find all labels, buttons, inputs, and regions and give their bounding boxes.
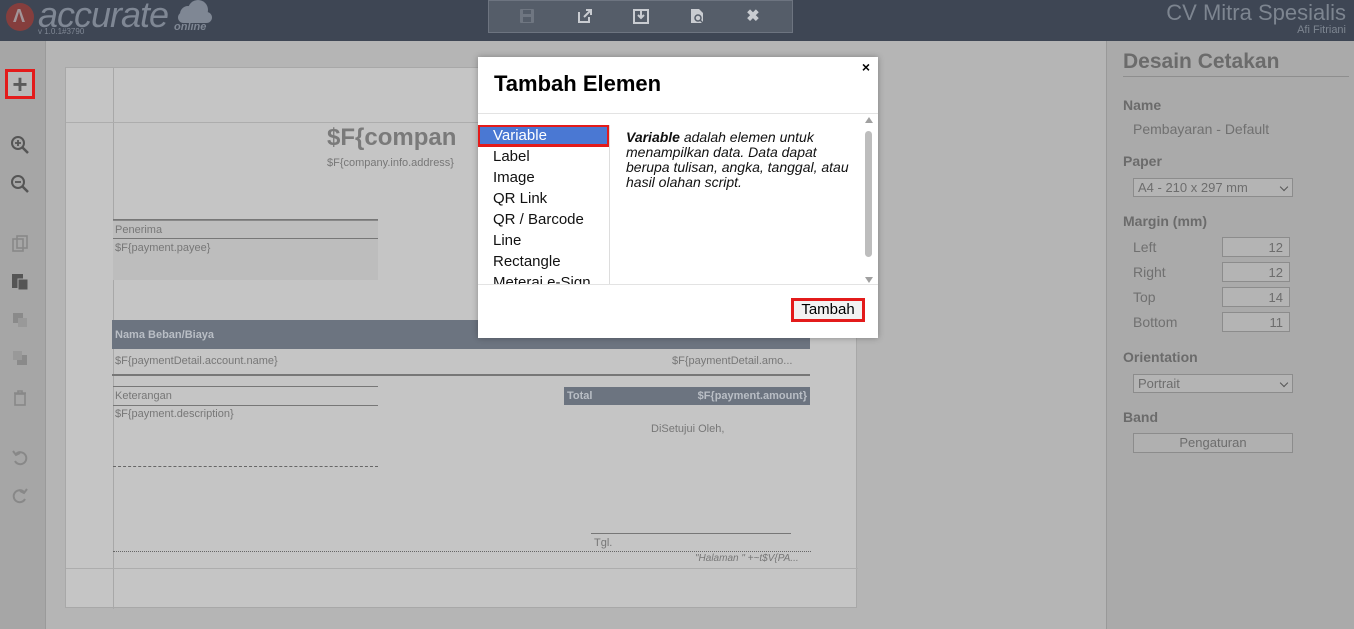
margin-guide-bottom bbox=[66, 568, 858, 569]
import-icon[interactable] bbox=[631, 7, 651, 27]
design-toolbar: ✖ bbox=[488, 0, 793, 33]
margin-right-label: Right bbox=[1133, 264, 1166, 280]
signature-line[interactable] bbox=[591, 533, 791, 534]
paper-select[interactable]: A4 - 210 x 297 mm bbox=[1133, 178, 1293, 197]
scroll-up-icon[interactable] bbox=[865, 117, 873, 123]
paste-icon[interactable] bbox=[5, 266, 35, 296]
add-button[interactable]: Tambah bbox=[791, 298, 865, 322]
properties-panel: Desain Cetakan Name Pembayaran - Default… bbox=[1106, 41, 1354, 629]
export-icon[interactable] bbox=[575, 7, 595, 27]
detail-header-label: Nama Beban/Biaya bbox=[115, 329, 215, 341]
send-back-icon[interactable] bbox=[5, 343, 35, 373]
element-option-meterai[interactable]: Meterai e-Sign bbox=[478, 272, 609, 284]
name-label: Name bbox=[1123, 97, 1162, 113]
logo-mark-icon bbox=[6, 3, 34, 31]
margin-top-label: Top bbox=[1133, 289, 1156, 305]
user-name: Afi Fitriani bbox=[1297, 24, 1346, 36]
margin-bottom-label: Bottom bbox=[1133, 314, 1178, 330]
add-element-dialog: Tambah Elemen × Variable Label Image QR … bbox=[478, 57, 878, 338]
band-settings-button[interactable]: Pengaturan bbox=[1133, 433, 1293, 453]
dashed-line[interactable] bbox=[113, 466, 378, 467]
margin-left-input[interactable]: 12 bbox=[1222, 237, 1290, 257]
element-option-rectangle[interactable]: Rectangle bbox=[478, 251, 609, 272]
save-icon[interactable] bbox=[517, 7, 537, 27]
description-scrollbar[interactable] bbox=[864, 117, 874, 283]
element-type-list[interactable]: Variable Label Image QR Link QR / Barcod… bbox=[478, 125, 610, 284]
element-option-label[interactable]: Label bbox=[478, 146, 609, 167]
name-value: Pembayaran - Default bbox=[1133, 121, 1270, 137]
detail-account-variable[interactable]: $F{paymentDetail.account.name} bbox=[115, 355, 278, 367]
margin-bottom-input[interactable]: 11 bbox=[1222, 312, 1290, 332]
company-name-variable[interactable]: $F{compan bbox=[327, 124, 456, 152]
element-option-line[interactable]: Line bbox=[478, 230, 609, 251]
orientation-label: Orientation bbox=[1123, 349, 1198, 365]
margin-left-label: Left bbox=[1133, 239, 1157, 255]
undo-icon[interactable] bbox=[5, 443, 35, 473]
company-name: CV Mitra Spesialis bbox=[1166, 0, 1346, 25]
dialog-title: Tambah Elemen bbox=[494, 71, 662, 96]
divider-line[interactable] bbox=[112, 374, 810, 376]
total-band[interactable]: Total $F{payment.amount} bbox=[564, 387, 810, 405]
payee-variable[interactable]: $F{payment.payee} bbox=[115, 242, 210, 254]
divider-line[interactable] bbox=[113, 238, 378, 239]
margin-top-input[interactable]: 14 bbox=[1222, 287, 1290, 307]
logo-subtext: online bbox=[174, 21, 207, 33]
date-label[interactable]: Tgl. bbox=[594, 537, 612, 549]
zoom-out-icon[interactable] bbox=[5, 169, 35, 199]
band-label: Band bbox=[1123, 409, 1158, 425]
bring-front-icon[interactable] bbox=[5, 305, 35, 335]
element-option-variable[interactable]: Variable bbox=[478, 125, 609, 147]
redo-icon[interactable] bbox=[5, 481, 35, 511]
left-toolbar: + bbox=[0, 41, 46, 629]
panel-divider bbox=[1123, 76, 1349, 77]
scroll-thumb[interactable] bbox=[865, 131, 872, 257]
element-option-qr-barcode[interactable]: QR / Barcode bbox=[478, 209, 609, 230]
paper-label: Paper bbox=[1123, 153, 1162, 169]
dialog-divider bbox=[478, 284, 878, 285]
description-term: Variable bbox=[626, 129, 680, 145]
top-bar: accurate online v 1.0.1#3790 ✖ CV Mitra … bbox=[0, 0, 1354, 41]
element-option-qr-link[interactable]: QR Link bbox=[478, 188, 609, 209]
preview-icon[interactable] bbox=[687, 7, 707, 27]
dialog-divider bbox=[478, 113, 878, 114]
close-icon[interactable]: ✖ bbox=[743, 7, 763, 27]
app-version: v 1.0.1#3790 bbox=[38, 27, 85, 36]
orientation-select[interactable]: Portrait bbox=[1133, 374, 1293, 393]
close-icon[interactable]: × bbox=[862, 59, 870, 75]
approved-label[interactable]: DiSetujui Oleh, bbox=[651, 423, 724, 435]
divider-line[interactable] bbox=[113, 386, 378, 387]
element-description: Variable adalah elemen untuk menampilkan… bbox=[626, 130, 850, 190]
footer-guide bbox=[113, 551, 811, 552]
add-element-button[interactable]: + bbox=[5, 69, 35, 99]
detail-amount-variable[interactable]: $F{paymentDetail.amo... bbox=[672, 355, 792, 367]
scroll-down-icon[interactable] bbox=[865, 277, 873, 283]
margin-right-input[interactable]: 12 bbox=[1222, 262, 1290, 282]
payee-label[interactable]: Penerima bbox=[115, 224, 162, 236]
description-variable[interactable]: $F{payment.description} bbox=[115, 408, 234, 420]
page-number-variable[interactable]: "Halaman " +~t$V{PA... bbox=[695, 553, 799, 564]
company-address-variable[interactable]: $F{company.info.address} bbox=[327, 157, 454, 169]
copy-icon[interactable] bbox=[5, 229, 35, 259]
element-option-image[interactable]: Image bbox=[478, 167, 609, 188]
description-label[interactable]: Keterangan bbox=[115, 390, 172, 402]
total-variable: $F{payment.amount} bbox=[697, 390, 807, 402]
total-label: Total bbox=[567, 390, 593, 402]
margin-label: Margin (mm) bbox=[1123, 213, 1207, 229]
zoom-in-icon[interactable] bbox=[5, 130, 35, 160]
panel-title: Desain Cetakan bbox=[1123, 50, 1280, 73]
divider-line[interactable] bbox=[113, 405, 378, 406]
trash-icon[interactable] bbox=[5, 383, 35, 413]
